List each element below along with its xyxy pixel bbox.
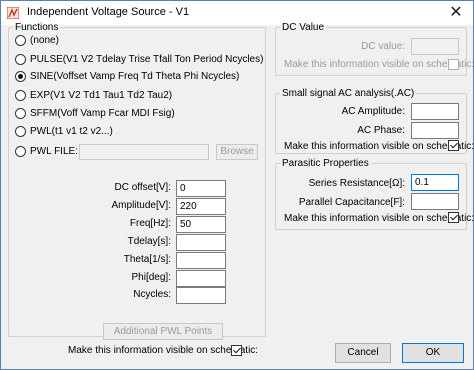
functions-visible-checkbox[interactable]	[231, 345, 242, 356]
phi-label: Phi[deg]:	[131, 272, 171, 283]
ncycles-input[interactable]	[176, 287, 226, 304]
tdelay-label: Tdelay[s]:	[127, 236, 171, 247]
ac-visible-label: Make this information visible on schemat…	[284, 141, 474, 152]
radio-pwl-file-label: PWL FILE:	[30, 146, 78, 157]
dc-offset-label: DC offset[V]:	[114, 182, 171, 193]
radio-pulse-label: PULSE(V1 V2 Tdelay Trise Tfall Ton Perio…	[30, 54, 264, 65]
ac-phase-input[interactable]	[411, 122, 459, 139]
dialog-body: Functions (none) PULSE(V1 V2 Tdelay Tris…	[1, 22, 474, 369]
parallel-capacitance-input[interactable]	[411, 193, 459, 210]
browse-button[interactable]: Browse	[216, 144, 258, 160]
ac-analysis-legend: Small signal AC analysis(.AC)	[282, 88, 415, 99]
functions-legend: Functions	[15, 22, 59, 33]
dialog-window: Independent Voltage Source - V1 ✕ Functi…	[0, 0, 474, 370]
radio-sffm-label: SFFM(Voff Vamp Fcar MDI Fsig)	[30, 108, 175, 119]
dc-offset-input[interactable]: 0	[176, 180, 226, 197]
radio-pwl[interactable]	[15, 126, 26, 137]
parasitic-visible-label: Make this information visible on schemat…	[284, 213, 474, 224]
freq-input[interactable]: 50	[176, 216, 226, 233]
dc-value-label: DC value:	[361, 41, 405, 52]
freq-label: Freq[Hz]:	[129, 218, 171, 229]
phi-input[interactable]	[176, 270, 226, 287]
dc-visible-label: Make this information visible on schemat…	[284, 59, 474, 70]
radio-sine-label: SINE(Voffset Vamp Freq Td Theta Phi Ncyc…	[30, 71, 240, 82]
parasitic-legend: Parasitic Properties	[282, 158, 369, 169]
dc-visible-checkbox[interactable]	[448, 59, 459, 70]
theta-label: Theta[1/s]:	[123, 254, 171, 265]
ncycles-label: Ncycles:	[133, 289, 171, 300]
radio-sine[interactable]	[15, 71, 26, 82]
radio-pwl-label: PWL(t1 v1 t2 v2...)	[30, 126, 113, 137]
cancel-button[interactable]: Cancel	[335, 343, 391, 363]
ltspice-app-icon	[7, 7, 19, 19]
parasitic-visible-checkbox[interactable]	[448, 212, 459, 223]
radio-none-label: (none)	[30, 35, 59, 46]
ac-amplitude-input[interactable]	[411, 103, 459, 120]
radio-pulse[interactable]	[15, 54, 26, 65]
ac-phase-label: AC Phase:	[357, 125, 405, 136]
series-resistance-label: Series Resistance[Ω]:	[308, 178, 405, 189]
theta-input[interactable]	[176, 252, 226, 269]
amplitude-input[interactable]: 220	[176, 198, 226, 215]
series-resistance-input[interactable]: 0.1	[411, 174, 459, 191]
radio-pwl-file[interactable]	[15, 146, 26, 157]
amplitude-label: Amplitude[V]:	[111, 200, 171, 211]
dc-value-legend: DC Value	[282, 22, 325, 33]
ac-amplitude-label: AC Amplitude:	[341, 106, 405, 117]
dc-value-input[interactable]	[411, 38, 459, 55]
ac-visible-checkbox[interactable]	[448, 140, 459, 151]
radio-exp-label: EXP(V1 V2 Td1 Tau1 Td2 Tau2)	[30, 90, 173, 101]
radio-none[interactable]	[15, 35, 26, 46]
radio-exp[interactable]	[15, 90, 26, 101]
ok-button[interactable]: OK	[402, 343, 464, 363]
pwl-file-input[interactable]	[79, 144, 209, 160]
additional-pwl-button[interactable]: Additional PWL Points	[103, 323, 223, 340]
radio-sffm[interactable]	[15, 108, 26, 119]
parallel-capacitance-label: Parallel Capacitance[F]:	[298, 197, 405, 208]
tdelay-input[interactable]	[176, 234, 226, 251]
functions-visible-label: Make this information visible on schemat…	[68, 345, 259, 356]
window-title: Independent Voltage Source - V1	[27, 6, 190, 18]
